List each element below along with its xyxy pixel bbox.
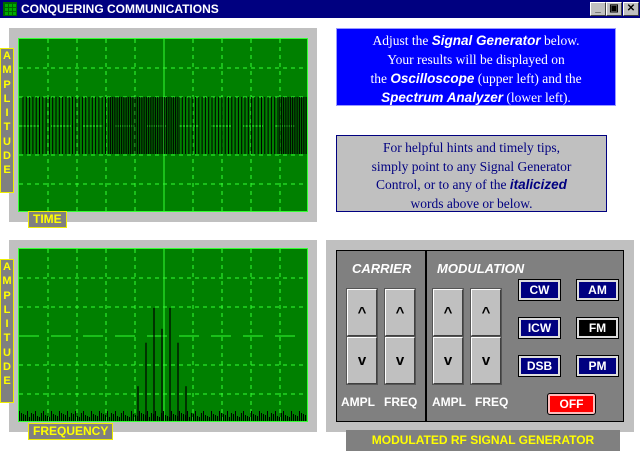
modulation-ampl-down-button[interactable]: v (432, 336, 464, 385)
close-button[interactable]: ✕ (623, 2, 639, 16)
mode-cw-button[interactable]: CW (518, 279, 561, 301)
label-letter: P (3, 289, 11, 302)
label-letter: E (3, 375, 11, 388)
label-letter: T (3, 332, 11, 345)
carrier-ampl-down-button[interactable]: v (346, 336, 378, 385)
label-letter: I (5, 318, 9, 331)
modulation-freq-up-button[interactable]: ^ (470, 288, 502, 337)
oscilloscope-amplitude-label: AMPLITUDE (0, 48, 14, 193)
oscilloscope-time-label: TIME (28, 211, 67, 228)
carrier-ampl-label: AMPL (341, 395, 375, 409)
carrier-freq-down-button[interactable]: v (384, 336, 416, 385)
carrier-heading: CARRIER (352, 261, 412, 276)
instructions-box: Adjust the Signal Generator below. Your … (336, 28, 616, 106)
modulation-ampl-up-button[interactable]: ^ (432, 288, 464, 337)
hints-box: For helpful hints and timely tips, simpl… (336, 135, 607, 212)
spectrum-frequency-label: FREQUENCY (28, 423, 114, 440)
label-letter: A (3, 261, 11, 273)
mode-icw-button[interactable]: ICW (518, 317, 561, 339)
carrier-freq-up-button[interactable]: ^ (384, 288, 416, 337)
mode-fm-button[interactable]: FM (576, 317, 619, 339)
text: simply point to any Signal Generator (371, 158, 572, 174)
restore-button[interactable]: ▣ (606, 2, 622, 16)
mode-pm-button[interactable]: PM (576, 355, 619, 377)
text: Adjust the (372, 33, 432, 48)
minimize-button[interactable]: _ (590, 2, 606, 16)
graticule (19, 39, 307, 211)
label-letter: L (3, 303, 11, 316)
signal-generator-label: MODULATED RF SIGNAL GENERATOR (346, 430, 620, 451)
label-letter: I (5, 107, 9, 120)
divider (425, 250, 427, 422)
oscilloscope-link[interactable]: Oscilloscope (390, 71, 474, 86)
label-letter: T (3, 121, 11, 134)
modulation-freq-down-button[interactable]: v (470, 336, 502, 385)
spectrum-amplitude-label: AMPLITUDE (0, 259, 14, 403)
label-letter: M (2, 275, 12, 288)
text: below. (540, 33, 580, 48)
spectrum-analyzer-link[interactable]: Spectrum Analyzer (381, 90, 503, 105)
label-letter: M (2, 64, 12, 77)
label-letter: A (3, 50, 11, 62)
modulation-freq-label: FREQ (475, 395, 509, 409)
text: (lower left). (502, 90, 571, 105)
signal-generator-link[interactable]: Signal Generator (432, 33, 541, 48)
label-letter: L (3, 92, 11, 105)
window-title: CONQUERING COMMUNICATIONS (21, 2, 219, 16)
text: words above or below. (410, 195, 533, 211)
graticule (19, 249, 307, 421)
italicized-link[interactable]: italicized (510, 177, 567, 192)
text: Your results will be displayed on (387, 52, 565, 67)
title-bar: CONQUERING COMMUNICATIONS _ ▣ ✕ (0, 0, 640, 18)
carrier-ampl-up-button[interactable]: ^ (346, 288, 378, 337)
text: the (370, 71, 391, 86)
text: Control, or to any of the (376, 177, 510, 192)
modulation-ampl-label: AMPL (432, 395, 466, 409)
oscilloscope-screen (18, 38, 308, 212)
label-letter: U (3, 135, 11, 148)
label-letter: U (3, 346, 11, 359)
power-off-button[interactable]: OFF (547, 393, 596, 415)
mode-dsb-button[interactable]: DSB (518, 355, 561, 377)
label-letter: P (3, 78, 11, 91)
label-letter: D (3, 361, 11, 374)
text: (upper left) and the (474, 71, 582, 86)
mode-am-button[interactable]: AM (576, 279, 619, 301)
label-letter: E (3, 164, 11, 177)
label-letter: D (3, 150, 11, 163)
modulation-heading: MODULATION (437, 261, 525, 276)
carrier-freq-label: FREQ (384, 395, 418, 409)
spectrum-screen (18, 248, 308, 422)
text: For helpful hints and timely tips, (383, 140, 560, 155)
app-icon (3, 2, 17, 16)
